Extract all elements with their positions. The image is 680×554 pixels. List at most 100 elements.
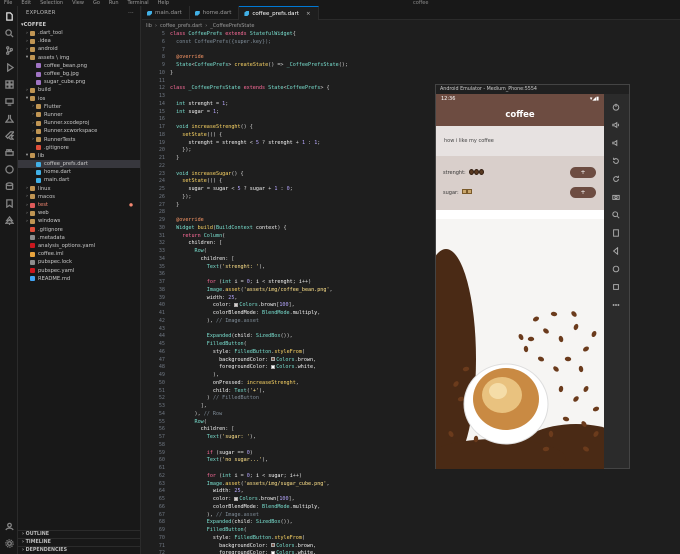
explorer-item[interactable]: › macos [18, 193, 140, 201]
explorer-item[interactable]: › test ● [18, 201, 140, 209]
explorer-item[interactable]: main.dart [18, 176, 140, 184]
explorer-item[interactable]: › Flutter [18, 103, 140, 111]
explorer-item[interactable]: coffee_prefs.dart [18, 160, 140, 169]
folder-icon [30, 153, 35, 159]
explorer-item[interactable]: ▾ lib [18, 152, 140, 160]
home-icon[interactable] [606, 260, 626, 278]
flutter-icon[interactable] [0, 128, 18, 142]
line-number: 67 [158, 511, 165, 518]
back-icon[interactable] [606, 242, 626, 260]
code-token: child [170, 387, 229, 394]
tree-icon[interactable] [0, 213, 18, 227]
explorer-icon[interactable] [0, 9, 18, 23]
breadcrumb-file[interactable]: coffee_prefs.dart [160, 23, 202, 29]
explorer-item[interactable]: home.dart [18, 168, 140, 176]
explorer-item[interactable]: coffee.iml [18, 250, 140, 258]
camera-icon[interactable] [606, 188, 626, 206]
code-line: foregroundColor: Colors.white, [170, 550, 348, 554]
code-token: strenght [170, 139, 217, 146]
explorer-item[interactable]: › Runner.xcworkspace [18, 127, 140, 135]
code-token: brown [297, 356, 314, 363]
code-token: Text [170, 457, 220, 464]
remote-explorer-icon[interactable] [0, 94, 18, 108]
source-control-icon[interactable] [0, 43, 18, 57]
line-number: 64 [158, 488, 165, 495]
code-token: ( [203, 418, 207, 425]
testing-icon[interactable] [0, 111, 18, 125]
rotate-right-icon[interactable] [606, 170, 626, 188]
code-line: Text('no sugar...'), [170, 457, 348, 465]
run-debug-icon[interactable] [0, 60, 18, 74]
timeline-section[interactable]: › TIMELINE [18, 538, 141, 546]
explorer-item[interactable]: coffee_bean.png [18, 62, 140, 70]
explorer-item[interactable]: .gitignore [18, 144, 140, 152]
code-token: child [234, 519, 250, 526]
fold-icon[interactable] [606, 224, 626, 242]
tab-home-dart[interactable]: home.dart [190, 6, 240, 20]
line-number: 48 [158, 364, 165, 371]
code-line: Widget build(BuildContext context) { [170, 225, 348, 233]
explorer-item[interactable]: .gitignore [18, 226, 140, 234]
account-icon[interactable] [0, 519, 18, 533]
phone-screen[interactable]: 12:36 ▾◢▮ coffee how i like my coffee st… [436, 94, 604, 469]
overview-icon[interactable] [606, 278, 626, 296]
explorer-item[interactable]: › .idea [18, 37, 140, 45]
tab-coffee-prefs-dart[interactable]: coffee_prefs.dart × [239, 6, 319, 20]
explorer-item[interactable]: ▾ assets \ img [18, 54, 140, 62]
explorer-item[interactable]: sugar_cube.png [18, 78, 140, 86]
code-line: @override [170, 217, 348, 225]
database-icon[interactable] [0, 179, 18, 193]
explorer-item[interactable]: › web [18, 209, 140, 217]
workspace-root[interactable]: ▾ COFFEE [18, 20, 140, 29]
chevron-right-icon: › [22, 548, 24, 553]
explorer-item[interactable]: › RunnerTests [18, 135, 140, 143]
add-sugar-button[interactable]: + [570, 187, 596, 198]
explorer-item[interactable]: › .dart_tool [18, 29, 140, 37]
code-line: }); [170, 147, 348, 155]
bookmark-icon[interactable] [0, 196, 18, 210]
explorer-item[interactable]: › linux [18, 185, 140, 193]
volume-up-icon[interactable] [606, 116, 626, 134]
dependencies-section[interactable]: › DEPENDENCIES [18, 546, 141, 554]
code-token: FilledButton [234, 534, 272, 541]
code-token: increaseStrenght [191, 124, 241, 130]
explorer-item[interactable]: pubspec.yaml [18, 266, 140, 274]
docker-icon[interactable] [0, 145, 18, 159]
code-token: FilledButton [170, 341, 244, 347]
rotate-left-icon[interactable] [606, 152, 626, 170]
explorer-item[interactable]: analysis_options.yaml [18, 242, 140, 250]
settings-gear-icon[interactable] [0, 536, 18, 550]
explorer-item[interactable]: README.md [18, 275, 140, 283]
explorer-item[interactable]: .metadata [18, 234, 140, 242]
more-icon[interactable] [606, 296, 626, 314]
explorer-item[interactable]: coffee_bg.jpg [18, 70, 140, 78]
explorer-item[interactable]: › windows [18, 217, 140, 225]
add-strength-button[interactable]: + [570, 167, 596, 178]
breadcrumb-lib[interactable]: lib [146, 23, 152, 29]
outline-section[interactable]: › OUTLINE [18, 530, 141, 538]
code-token: asset [225, 286, 241, 293]
code-token: build [197, 224, 213, 231]
explorer-item[interactable]: pubspec.lock [18, 258, 140, 266]
explorer-item[interactable]: › android [18, 45, 140, 53]
volume-down-icon[interactable] [606, 134, 626, 152]
github-icon[interactable] [0, 162, 18, 176]
power-icon[interactable] [606, 98, 626, 116]
zoom-icon[interactable] [606, 206, 626, 224]
more-actions-icon[interactable]: ··· [128, 10, 134, 16]
explorer-item[interactable]: › Runner [18, 111, 140, 119]
iml-file-icon [30, 251, 35, 257]
tab-main-dart[interactable]: main.dart [142, 6, 190, 20]
status-bar: 12:36 ▾◢▮ [436, 94, 604, 103]
breadcrumb-class[interactable]: _CoffeePrefsState [210, 23, 254, 29]
explorer-panel: EXPLORER ··· ▾ COFFEE › .dart_tool › .idea › an… [18, 6, 141, 554]
line-number: 45 [158, 341, 165, 347]
explorer-item[interactable]: › Runner.xcodeproj [18, 119, 140, 127]
explorer-item[interactable]: ▾ ios [18, 95, 140, 103]
extensions-icon[interactable] [0, 77, 18, 91]
code-content[interactable]: class CoffeePrefs extends StatefulWidget… [170, 31, 348, 554]
explorer-item[interactable]: › build [18, 86, 140, 94]
search-icon[interactable] [0, 26, 18, 40]
code-token: createState [234, 62, 269, 68]
close-icon[interactable]: × [306, 11, 311, 17]
